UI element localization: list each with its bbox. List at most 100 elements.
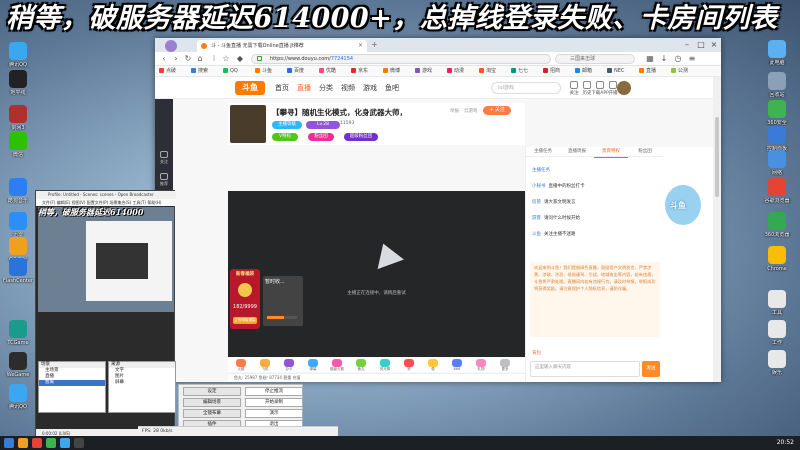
follow-button[interactable]: + 关注 xyxy=(483,106,511,115)
explorer-icon[interactable] xyxy=(18,438,28,448)
lucky-bag-card[interactable]: 新春福袋 182/9999 立即领取福袋 xyxy=(230,269,260,329)
start-icon[interactable] xyxy=(4,438,14,448)
bookmark-item[interactable]: 京东 xyxy=(351,66,368,77)
report-link[interactable]: 举报 xyxy=(450,108,459,114)
bookmark-item[interactable]: 直播 xyxy=(639,66,656,77)
desktop-icon[interactable]: 谷歌浏览器 xyxy=(760,178,794,204)
obs-control-button[interactable]: 编辑场景 xyxy=(183,398,241,407)
back-icon[interactable]: ‹ xyxy=(159,54,169,64)
gift-item[interactable]: 666 xyxy=(448,359,466,371)
room-badge[interactable]: 超级粉丝团 xyxy=(344,133,378,141)
site-nav-item[interactable]: 游戏 xyxy=(363,83,377,93)
refresh-icon[interactable]: ↻ xyxy=(183,54,193,64)
obs-menu[interactable]: 文件(F) 编辑(E) 视图(V) 配置文件(P) 场景集合(S) 工具(T) … xyxy=(36,199,176,206)
chat-message-author[interactable]: 游客 xyxy=(532,216,541,221)
obs-taskbar-icon[interactable] xyxy=(74,438,84,448)
chat-message-author[interactable]: 斗鱼 xyxy=(532,232,541,237)
apps-icon[interactable]: ⁝ xyxy=(209,54,219,64)
desktop-icon[interactable]: 回收站 xyxy=(760,72,794,98)
send-button[interactable]: 发送 xyxy=(642,361,660,377)
page-scrollbar[interactable] xyxy=(713,77,721,382)
desktop-icon[interactable]: 腾讯QQ xyxy=(1,384,35,410)
desktop-icon[interactable]: 工作 xyxy=(760,320,794,346)
video-player[interactable]: 主播正在连接中，请稍后重试 新春福袋 182/9999 立即领取福袋 暂时收..… xyxy=(228,191,525,357)
chat-message-author[interactable]: 小秘书 xyxy=(532,184,546,189)
new-tab-button[interactable]: + xyxy=(371,40,378,49)
gift-item[interactable]: 办卡 xyxy=(280,359,298,372)
obs-source-item[interactable]: 屏幕 xyxy=(109,380,175,386)
chat-input[interactable]: 这里输入聊天内容 xyxy=(530,361,640,377)
cloud-game-link[interactable]: 云游戏 xyxy=(464,108,478,114)
bookmark-item[interactable]: 游戏 xyxy=(415,66,432,77)
desktop-icon[interactable]: 酷狗音乐 xyxy=(1,178,35,204)
close-tab-icon[interactable]: × xyxy=(358,40,363,52)
mini-event-panel[interactable]: 暂时收... xyxy=(263,276,303,326)
backpack-link[interactable]: 背包 xyxy=(532,350,541,356)
claim-lucky-bag-button[interactable]: 立即领取福袋 xyxy=(233,317,257,324)
bookmark-item[interactable]: 七七 xyxy=(511,66,528,77)
history-icon[interactable]: ◷ xyxy=(673,54,683,64)
desktop-icon[interactable]: 360浏览器 xyxy=(760,212,794,238)
desktop-icon[interactable]: 网络 xyxy=(760,150,794,176)
obs-control-button[interactable]: 停止推流 xyxy=(245,387,303,396)
gift-item[interactable]: 更多 xyxy=(496,359,514,372)
bookmark-item[interactable]: 优酷 xyxy=(319,66,336,77)
bookmark-item[interactable]: 动漫 xyxy=(447,66,464,77)
chat-message-author[interactable]: 主播任务 xyxy=(532,168,550,173)
obs-scene-item[interactable]: 暂离 xyxy=(39,380,105,386)
room-badge[interactable]: V特权 xyxy=(272,133,298,141)
gift-item[interactable]: 赞 xyxy=(400,359,418,372)
obs-control-button[interactable]: 全镜布幕 xyxy=(183,409,241,418)
download-icon[interactable]: ↓ xyxy=(659,54,669,64)
browser-tab[interactable]: 斗 - 斗鱼直播 无需下载Online直播 Jt推荐 × xyxy=(197,40,367,52)
room-badge[interactable]: Lv.28 xyxy=(306,121,340,129)
desktop-icon[interactable]: 腾讯QQ xyxy=(1,42,35,68)
chat-tab[interactable]: 粉丝团 xyxy=(628,147,662,157)
desktop-icon[interactable]: 娱乐 xyxy=(760,350,794,376)
bookmark-item[interactable]: 招商 xyxy=(543,66,560,77)
site-nav-item[interactable]: 首页 xyxy=(275,83,289,93)
minimize-icon[interactable]: – xyxy=(681,39,693,50)
chat-tab[interactable]: 贵宾特权 xyxy=(594,147,628,158)
gift-item[interactable]: 礼物 xyxy=(472,359,490,372)
site-nav-item[interactable]: 视频 xyxy=(341,83,355,93)
taskbar-clock[interactable]: 20:52 xyxy=(777,439,794,446)
gift-item[interactable]: 弹幕 xyxy=(304,359,322,372)
gift-item[interactable]: 飞机 xyxy=(256,359,274,372)
page-scroll-thumb[interactable] xyxy=(715,117,719,197)
desktop-icon[interactable]: WeGame xyxy=(1,352,35,378)
desktop-icon[interactable]: Chrome xyxy=(760,246,794,272)
bookmark-item[interactable]: 搜索 xyxy=(191,66,208,77)
bookmark-item[interactable]: 微博 xyxy=(383,66,400,77)
site-nav-item[interactable]: 分类 xyxy=(319,83,333,93)
bookmark-star-icon[interactable]: ☆ xyxy=(221,54,231,64)
bookmark-item[interactable]: 淘宝 xyxy=(479,66,496,77)
bookmark-item[interactable]: 点破 xyxy=(159,66,176,77)
browser-search-input[interactable]: 三国来击球 xyxy=(555,54,635,64)
close-window-icon[interactable]: × xyxy=(708,39,720,50)
chat-tab[interactable]: 直播周报 xyxy=(560,147,594,157)
shield-icon[interactable]: ◆ xyxy=(235,54,245,64)
obs-control-button[interactable]: 设定 xyxy=(183,387,241,396)
desktop-icon[interactable]: TCGame xyxy=(1,320,35,346)
anchor-avatar[interactable] xyxy=(230,105,266,143)
extensions-icon[interactable]: ▦ xyxy=(645,54,655,64)
user-avatar[interactable] xyxy=(617,81,631,95)
forward-icon[interactable]: › xyxy=(171,54,181,64)
gift-item[interactable]: 稳 xyxy=(424,359,442,372)
home-icon[interactable]: ⌂ xyxy=(195,54,205,64)
gift-item[interactable]: 荧光棒 xyxy=(376,359,394,372)
browser-taskbar-icon[interactable] xyxy=(32,438,42,448)
desktop-icon[interactable]: FlashCenter xyxy=(1,258,35,284)
desktop-icon[interactable]: 控制面板 xyxy=(760,126,794,152)
chat-message-author[interactable]: 房管 xyxy=(532,200,541,205)
bookmark-item[interactable]: QQ xyxy=(223,66,238,77)
menu-icon[interactable]: ≡ xyxy=(687,54,697,64)
bookmark-item[interactable]: 百度 xyxy=(287,66,304,77)
obs-control-button[interactable]: 开始录制 xyxy=(245,398,303,407)
qq-taskbar-icon[interactable] xyxy=(60,438,70,448)
desktop-icon[interactable]: 迅雷 xyxy=(1,212,35,238)
site-nav-item[interactable]: 鱼吧 xyxy=(385,83,399,93)
room-badge[interactable]: 主播等级 xyxy=(272,121,302,129)
address-bar[interactable]: https://www.douyu.com/7724154 xyxy=(251,54,551,64)
